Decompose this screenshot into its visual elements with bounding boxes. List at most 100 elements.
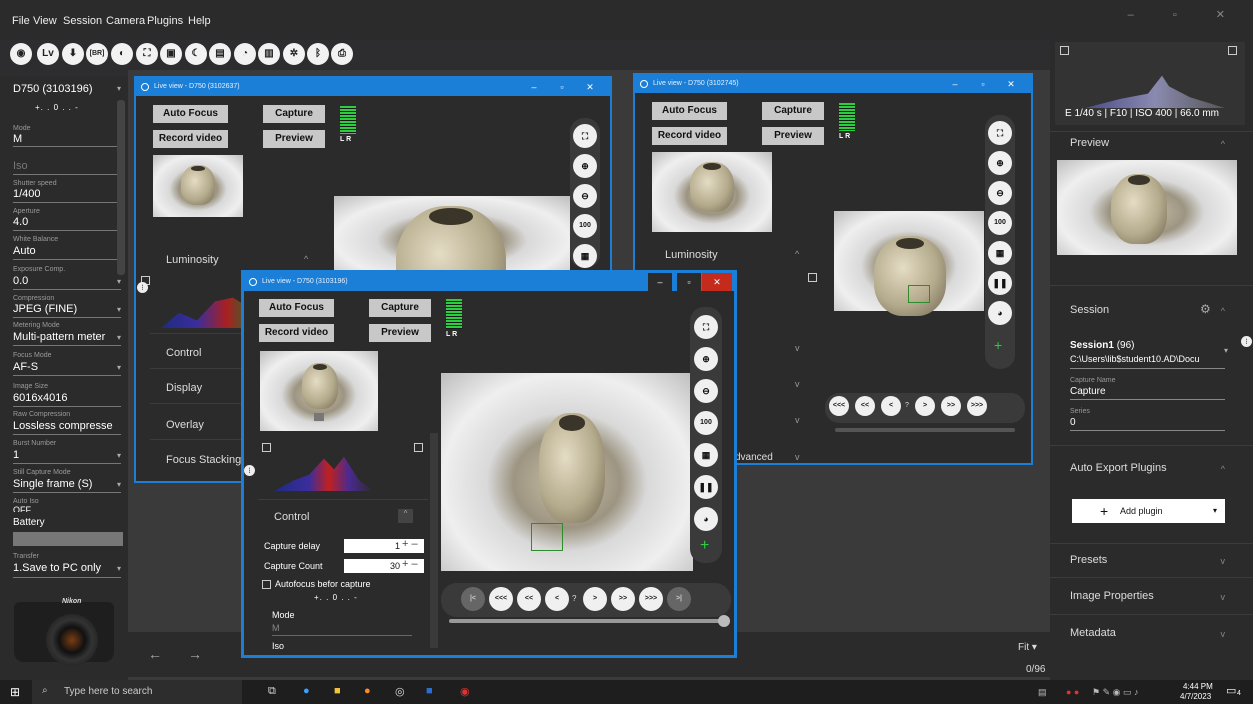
scrollbar[interactable] bbox=[117, 100, 125, 275]
section-metadata[interactable]: Metadata bbox=[1070, 627, 1116, 639]
compression-select[interactable]: JPEG (FINE) bbox=[13, 303, 77, 315]
nav-help[interactable]: ? bbox=[905, 402, 909, 409]
capture-button[interactable]: Capture bbox=[263, 105, 325, 123]
checkbox[interactable] bbox=[808, 273, 817, 282]
maximize-button[interactable]: ▫ bbox=[550, 78, 574, 96]
gallery-icon[interactable]: ▤ bbox=[209, 43, 231, 65]
pause-icon[interactable]: ❚❚ bbox=[988, 271, 1012, 295]
chevron-down-icon[interactable]: v bbox=[795, 343, 800, 353]
white-balance-select[interactable]: Auto bbox=[13, 245, 36, 257]
zoom-out-icon[interactable]: ⊖ bbox=[988, 181, 1012, 205]
camera-select[interactable]: D750 (3103196) bbox=[13, 83, 93, 95]
metering-select[interactable]: Multi-pattern meter bbox=[13, 331, 105, 343]
still-mode-select[interactable]: Single frame (S) bbox=[13, 478, 92, 490]
chevron-up-icon[interactable]: ^ bbox=[304, 254, 308, 264]
settings-dial-icon[interactable]: ◕ bbox=[694, 507, 718, 531]
tray-icon[interactable]: ● ● bbox=[1066, 687, 1079, 697]
tray-icon[interactable]: ▤ bbox=[1038, 687, 1047, 698]
close-button[interactable]: ✕ bbox=[578, 78, 602, 96]
preview-button[interactable]: Preview bbox=[263, 130, 325, 148]
iso-value[interactable]: Iso bbox=[13, 160, 28, 172]
chevron-down-icon[interactable]: ▾ bbox=[117, 277, 121, 286]
raw-compression-select[interactable]: Lossless compresse bbox=[13, 420, 113, 432]
panel-toggle-icon[interactable]: ⁝ bbox=[1241, 336, 1252, 347]
section-luminosity[interactable]: Luminosity bbox=[166, 254, 219, 266]
grid-icon[interactable]: ▦ bbox=[573, 244, 597, 268]
image-icon[interactable]: ▣ bbox=[160, 43, 182, 65]
settings-dial-icon[interactable]: ◕ bbox=[988, 301, 1012, 325]
zoom-100-button[interactable]: 100 bbox=[988, 211, 1012, 235]
chevron-up-icon[interactable]: ^ bbox=[795, 249, 799, 259]
auto-iso-select[interactable]: OFF bbox=[13, 505, 31, 512]
aperture-icon[interactable]: ◉ bbox=[10, 43, 32, 65]
window-controls[interactable]: – ▫ ✕ bbox=[1128, 8, 1243, 21]
record-video-button[interactable]: Record video bbox=[153, 130, 228, 148]
chevron-down-icon[interactable]: ▾ bbox=[117, 564, 121, 573]
burst-select[interactable]: 1 bbox=[13, 449, 19, 461]
capture-name-input[interactable]: Capture bbox=[1070, 386, 1106, 397]
close-button[interactable]: ✕ bbox=[702, 273, 732, 291]
timelapse-icon[interactable]: ◐ bbox=[111, 43, 133, 65]
minimize-button[interactable]: – bbox=[648, 273, 672, 291]
film-icon[interactable]: ▥ bbox=[258, 43, 280, 65]
autofocus-before-checkbox[interactable] bbox=[262, 580, 271, 589]
chevron-down-icon[interactable]: v bbox=[1221, 629, 1226, 639]
section-focus-stacking[interactable]: Focus Stacking A bbox=[166, 454, 251, 466]
mode-value[interactable]: M bbox=[272, 623, 280, 633]
maximize-button[interactable]: ▫ bbox=[971, 75, 995, 93]
record-video-button[interactable]: Record video bbox=[652, 127, 727, 145]
chevron-down-icon[interactable]: v bbox=[1221, 556, 1226, 566]
print-icon[interactable]: ⎙ bbox=[331, 43, 353, 65]
word-icon[interactable]: ■ bbox=[426, 685, 433, 697]
add-plugin-select[interactable]: + Add plugin ▾ bbox=[1072, 499, 1225, 523]
checkbox[interactable] bbox=[262, 443, 271, 452]
chevron-down-icon[interactable]: ▾ bbox=[117, 480, 121, 489]
transfer-select[interactable]: 1.Save to PC only bbox=[13, 562, 101, 574]
nav-back-fast-button[interactable]: << bbox=[855, 396, 875, 416]
pause-icon[interactable]: ❚❚ bbox=[694, 475, 718, 499]
maximize-button[interactable]: ▫ bbox=[677, 273, 701, 291]
fullscreen-icon[interactable]: ⛶ bbox=[573, 124, 597, 148]
fullscreen-icon[interactable]: ⛶ bbox=[988, 121, 1012, 145]
clock-date[interactable]: 4/7/2023 bbox=[1180, 692, 1211, 701]
bluetooth-icon[interactable]: ᛒ bbox=[307, 43, 329, 65]
section-auto-export[interactable]: Auto Export Plugins bbox=[1070, 462, 1167, 474]
menu-view[interactable]: View bbox=[33, 15, 57, 27]
file-explorer-icon[interactable]: ■ bbox=[334, 685, 341, 697]
section-control[interactable]: Control bbox=[166, 347, 201, 359]
zoom-100-button[interactable]: 100 bbox=[694, 411, 718, 435]
chevron-down-icon[interactable]: ▾ bbox=[117, 363, 121, 372]
capture-button[interactable]: Capture bbox=[762, 102, 824, 120]
checkbox[interactable] bbox=[1228, 46, 1237, 55]
gear-icon[interactable]: ⚙ bbox=[1200, 302, 1211, 316]
chevron-up-icon[interactable]: ^ bbox=[1221, 306, 1225, 316]
plus-icon[interactable]: + bbox=[700, 537, 709, 555]
zoom-in-icon[interactable]: ⊕ bbox=[573, 154, 597, 178]
edge-icon[interactable]: ● bbox=[303, 685, 310, 697]
menu-camera[interactable]: Camera bbox=[106, 15, 145, 27]
nav-end-button[interactable]: >| bbox=[667, 587, 691, 611]
minimize-button[interactable]: – bbox=[943, 75, 967, 93]
fit-select[interactable]: Fit ▾ bbox=[1018, 642, 1037, 653]
focus-mode-select[interactable]: AF-S bbox=[13, 361, 38, 373]
bracketing-button[interactable]: [BR] bbox=[86, 43, 108, 65]
panel-toggle-icon[interactable]: ⁝ bbox=[244, 465, 255, 476]
series-input[interactable]: 0 bbox=[1070, 417, 1076, 428]
nav-slider[interactable] bbox=[449, 619, 721, 623]
section-preview[interactable]: Preview bbox=[1070, 137, 1109, 149]
preview-button[interactable]: Preview bbox=[369, 324, 431, 342]
menu-help[interactable]: Help bbox=[188, 15, 211, 27]
record-video-button[interactable]: Record video bbox=[259, 324, 334, 342]
nav-forward-fast-button[interactable]: >> bbox=[941, 396, 961, 416]
nav-forward-button[interactable]: > bbox=[915, 396, 935, 416]
panel-toggle-icon[interactable]: ⁝ bbox=[137, 282, 148, 293]
wifi-icon[interactable]: ◔ bbox=[234, 43, 256, 65]
preview-button[interactable]: Preview bbox=[762, 127, 824, 145]
section-luminosity[interactable]: Luminosity bbox=[665, 249, 718, 261]
chevron-down-icon[interactable]: ▾ bbox=[1224, 346, 1228, 355]
zoom-in-icon[interactable]: ⊕ bbox=[694, 347, 718, 371]
chevron-down-icon[interactable]: ▾ bbox=[117, 305, 121, 314]
checkbox[interactable] bbox=[414, 443, 423, 452]
section-presets[interactable]: Presets bbox=[1070, 554, 1107, 566]
minimize-button[interactable]: – bbox=[522, 78, 546, 96]
